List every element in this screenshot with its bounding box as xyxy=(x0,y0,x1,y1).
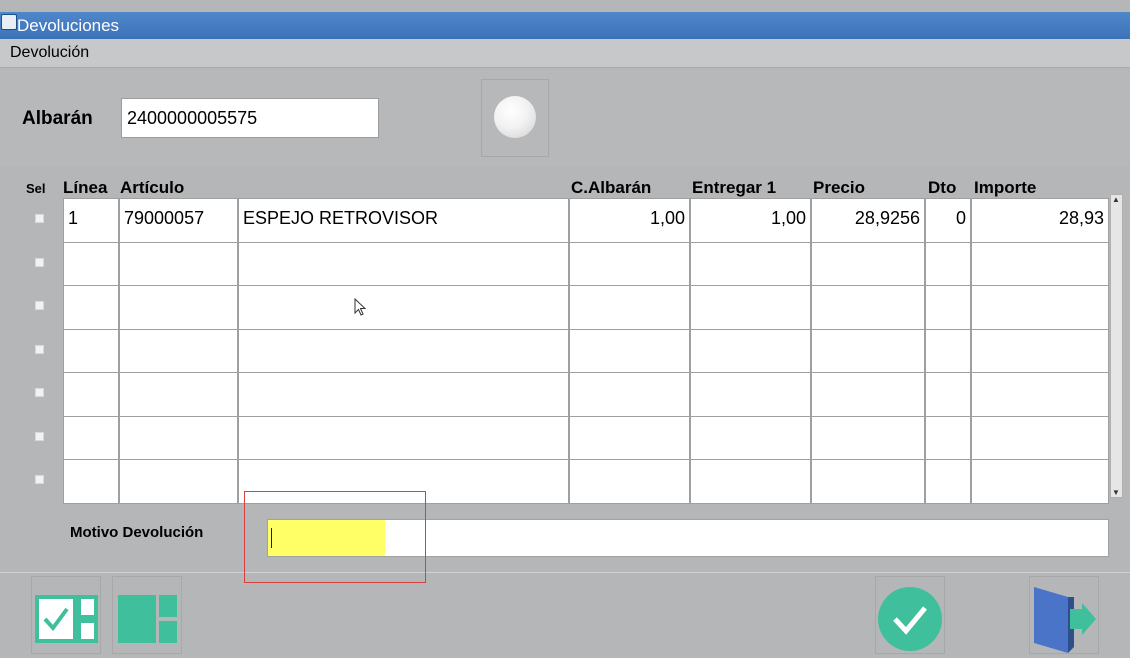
select-all-button[interactable] xyxy=(31,576,101,654)
menu-devolucion[interactable]: Devolución xyxy=(10,39,89,67)
col-header-sel: Sel xyxy=(26,181,46,196)
col-header-linea: Línea xyxy=(63,178,108,197)
cell-dto[interactable] xyxy=(925,459,971,504)
row-select-checkbox[interactable] xyxy=(35,258,44,267)
cell-linea[interactable] xyxy=(63,416,119,460)
clear-button[interactable] xyxy=(481,79,549,157)
cell-precio[interactable] xyxy=(811,372,925,417)
albaran-input[interactable]: 2400000005575 xyxy=(121,98,379,138)
exit-button[interactable] xyxy=(1029,576,1099,654)
cell-entregar[interactable] xyxy=(690,242,811,286)
cell-precio[interactable] xyxy=(811,459,925,504)
scroll-up-icon[interactable]: ▲ xyxy=(1112,195,1120,204)
cell-precio[interactable] xyxy=(811,416,925,460)
cell-entregar[interactable]: 1,00 xyxy=(690,198,811,243)
cell-importe[interactable] xyxy=(971,459,1109,504)
row-select-checkbox[interactable] xyxy=(35,301,44,310)
cell-precio[interactable]: 28,9256 xyxy=(811,198,925,243)
circle-icon xyxy=(494,96,536,138)
grid-scrollbar[interactable]: ▲ ▼ xyxy=(1110,194,1123,498)
menu-bar: Devolución xyxy=(0,39,1130,68)
cell-c-albaran[interactable] xyxy=(569,372,690,417)
check-circle-icon xyxy=(878,587,942,651)
cell-codigo[interactable] xyxy=(119,242,238,286)
cell-codigo[interactable] xyxy=(119,329,238,373)
cell-entregar[interactable] xyxy=(690,416,811,460)
cell-linea[interactable] xyxy=(63,242,119,286)
app-icon xyxy=(1,14,17,30)
cell-precio[interactable] xyxy=(811,329,925,373)
grid-icon xyxy=(118,595,177,643)
cell-descripcion[interactable] xyxy=(238,372,569,417)
albaran-label: Albarán xyxy=(22,108,93,129)
cell-c-albaran[interactable] xyxy=(569,242,690,286)
cell-importe[interactable] xyxy=(971,329,1109,373)
col-header-entregar: Entregar 1 xyxy=(692,178,777,197)
col-header-precio: Precio xyxy=(813,178,865,197)
cell-c-albaran[interactable] xyxy=(569,459,690,504)
cell-entregar[interactable] xyxy=(690,372,811,417)
cell-c-albaran[interactable] xyxy=(569,285,690,330)
cell-linea[interactable] xyxy=(63,329,119,373)
cell-c-albaran[interactable]: 1,00 xyxy=(569,198,690,243)
cell-codigo[interactable] xyxy=(119,285,238,330)
row-select-checkbox[interactable] xyxy=(35,214,44,223)
cell-entregar[interactable] xyxy=(690,329,811,373)
cell-linea[interactable] xyxy=(63,459,119,504)
cell-dto[interactable] xyxy=(925,416,971,460)
cell-descripcion[interactable] xyxy=(238,416,569,460)
cell-codigo[interactable] xyxy=(119,416,238,460)
checkbox-grid-icon xyxy=(35,595,98,643)
cell-c-albaran[interactable] xyxy=(569,416,690,460)
cell-descripcion[interactable]: ESPEJO RETROVISOR xyxy=(238,198,569,243)
row-select-checkbox[interactable] xyxy=(35,388,44,397)
cell-codigo[interactable] xyxy=(119,459,238,504)
mouse-cursor-icon xyxy=(354,298,367,316)
title-bar: Devoluciones xyxy=(0,12,1130,39)
window-title: Devoluciones xyxy=(17,16,120,35)
cell-linea[interactable]: 1 xyxy=(63,198,119,243)
cell-entregar[interactable] xyxy=(690,285,811,330)
cell-importe[interactable] xyxy=(971,285,1109,330)
cell-importe[interactable]: 28,93 xyxy=(971,198,1109,243)
cell-importe[interactable] xyxy=(971,416,1109,460)
col-header-dto: Dto xyxy=(928,178,957,197)
cell-dto[interactable] xyxy=(925,329,971,373)
cell-precio[interactable] xyxy=(811,242,925,286)
confirm-button[interactable] xyxy=(875,576,945,654)
cell-linea[interactable] xyxy=(63,285,119,330)
cell-dto[interactable] xyxy=(925,372,971,417)
col-header-importe: Importe xyxy=(974,178,1037,197)
col-header-c-albaran: C.Albarán xyxy=(571,178,652,197)
cell-codigo[interactable] xyxy=(119,372,238,417)
cell-linea[interactable] xyxy=(63,372,119,417)
row-select-checkbox[interactable] xyxy=(35,345,44,354)
motivo-label: Motivo Devolución xyxy=(70,524,204,541)
cell-c-albaran[interactable] xyxy=(569,329,690,373)
cell-entregar[interactable] xyxy=(690,459,811,504)
cell-precio[interactable] xyxy=(811,285,925,330)
exit-door-icon xyxy=(1034,587,1096,653)
cell-dto[interactable] xyxy=(925,285,971,330)
cell-codigo[interactable]: 79000057 xyxy=(119,198,238,243)
cell-importe[interactable] xyxy=(971,242,1109,286)
row-select-checkbox[interactable] xyxy=(35,475,44,484)
col-header-articulo: Artículo xyxy=(120,178,185,197)
row-select-checkbox[interactable] xyxy=(35,432,44,441)
highlight-rectangle xyxy=(244,491,426,583)
deselect-all-button[interactable] xyxy=(112,576,182,654)
cell-descripcion[interactable] xyxy=(238,285,569,330)
cell-importe[interactable] xyxy=(971,372,1109,417)
cell-descripcion[interactable] xyxy=(238,242,569,286)
cell-dto[interactable]: 0 xyxy=(925,198,971,243)
cell-dto[interactable] xyxy=(925,242,971,286)
scroll-down-icon[interactable]: ▼ xyxy=(1112,488,1120,497)
cell-descripcion[interactable] xyxy=(238,329,569,373)
